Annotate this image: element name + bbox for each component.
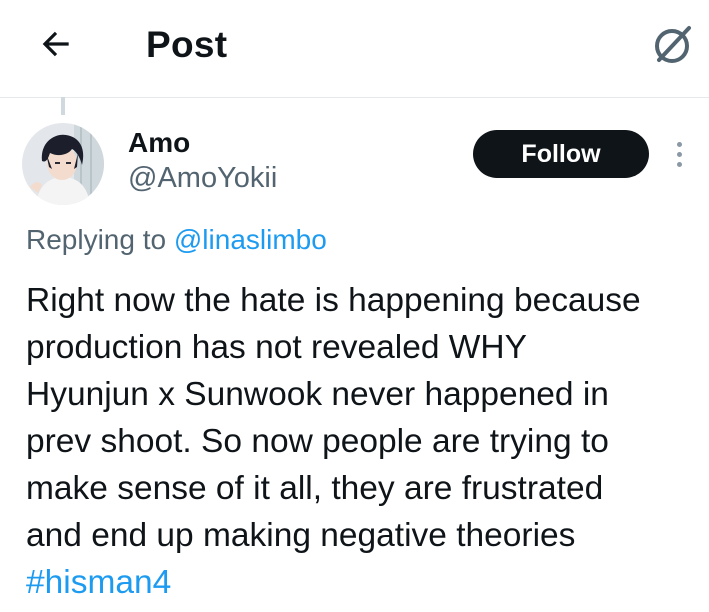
hashtag-link[interactable]: #hisman4 [26,564,171,601]
tweet-text-line: prev shoot. So now people are trying to [26,423,609,460]
tweet-text-line: and end up making negative theories [26,517,576,554]
top-bar: Post [0,0,709,98]
more-options-button[interactable] [664,136,694,172]
avatar-image [22,123,104,205]
more-dot-icon [676,141,682,147]
reply-mention-link[interactable]: @linaslimbo [174,224,327,255]
more-dot-icon [676,151,682,157]
tweet-text-line: Hyunjun x Sunwook never happened in [26,376,609,413]
tweet-text-line: make sense of it all, they are frustrate… [26,470,604,507]
avatar[interactable] [22,123,104,205]
thread-connector-line [61,97,65,115]
tweet-text-line: production has not revealed WHY [26,329,527,366]
grok-button[interactable] [645,18,699,72]
author-name[interactable]: Amo [128,127,190,159]
follow-button[interactable]: Follow [473,130,649,178]
grok-icon [655,26,691,63]
tweet-text-line: Right now the hate is happening because [26,282,641,319]
arrow-left-icon [42,31,69,57]
back-button[interactable] [30,22,82,66]
replying-to: Replying to @linaslimbo [26,224,327,256]
author-handle[interactable]: @AmoYokii [128,162,277,195]
tweet-hashtag-line: #hisman4 [26,559,706,606]
more-dot-icon [676,161,682,167]
replying-to-label: Replying to [26,224,167,255]
page-title: Post [146,24,228,65]
tweet-text: Right now the hate is happening because … [26,277,706,606]
